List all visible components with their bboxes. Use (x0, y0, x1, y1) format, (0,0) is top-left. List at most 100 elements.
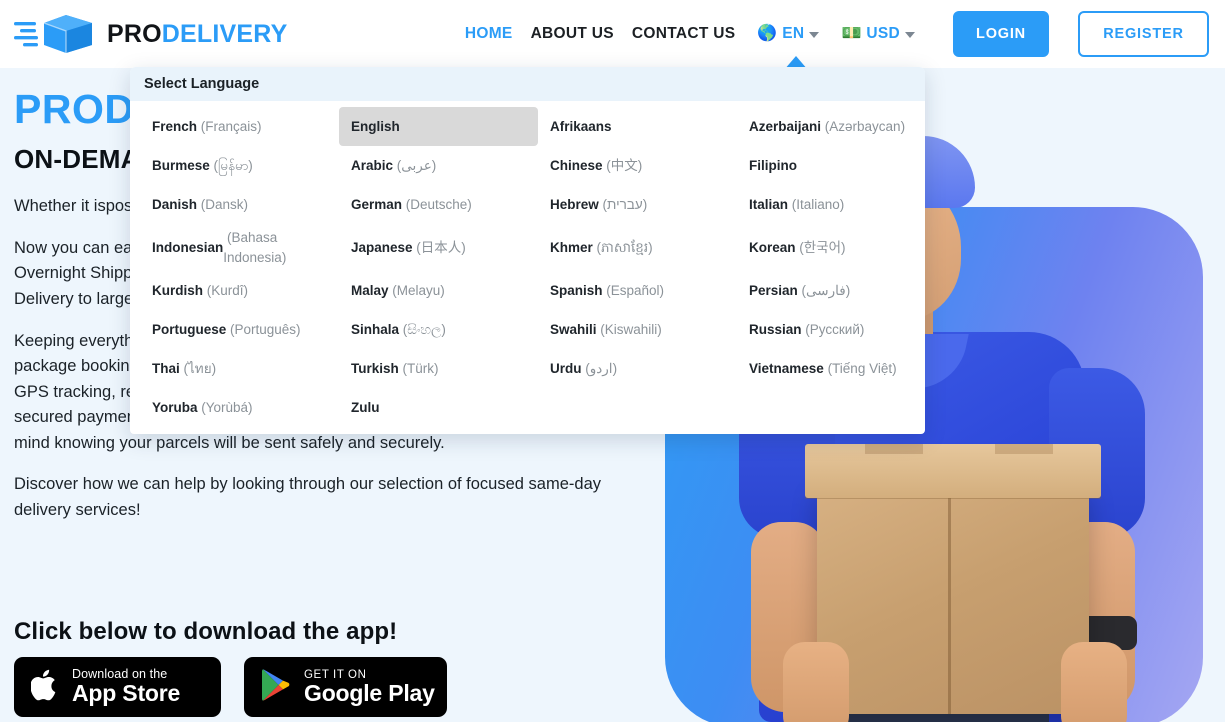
nav-item-home[interactable]: HOME (465, 25, 513, 43)
language-option-zulu[interactable]: Zulu (339, 388, 538, 427)
language-option-name: English (351, 118, 400, 134)
language-option-filipino[interactable]: Filipino (737, 146, 925, 185)
login-button[interactable]: LOGIN (953, 11, 1049, 57)
app-store-badge[interactable]: Download on the App Store (14, 657, 221, 717)
language-selector-label: EN (782, 25, 805, 42)
language-option-native: (Melayu) (388, 282, 445, 298)
language-option-native: (Italiano) (788, 196, 845, 212)
language-option-turkish[interactable]: Turkish (Türk) (339, 349, 538, 388)
language-option-name: Khmer (550, 239, 593, 255)
courier-hand-left (783, 642, 849, 722)
language-option-german[interactable]: German (Deutsche) (339, 185, 538, 224)
language-option-native: (Tiếng Việt) (823, 360, 897, 376)
language-option-name: Yoruba (152, 399, 198, 415)
language-option-native: (Bahasa Indonesia) (223, 230, 287, 265)
cardboard-box-lid (805, 444, 1101, 498)
language-option-spanish[interactable]: Spanish (Español) (538, 271, 737, 310)
language-option-portuguese[interactable]: Portuguese (Português) (140, 310, 339, 349)
language-selector[interactable]: 🌎 EN (757, 25, 820, 70)
language-option-yoruba[interactable]: Yoruba (Yorùbá) (140, 388, 339, 427)
language-option-danish[interactable]: Danish (Dansk) (140, 185, 339, 224)
language-option-english[interactable]: English (339, 107, 538, 146)
language-option-name: Japanese (351, 239, 413, 255)
language-option-name: Korean (749, 239, 796, 255)
language-option-russian[interactable]: Russian (Русский) (737, 310, 925, 349)
language-option-name: French (152, 118, 198, 134)
nav-item-contact-us[interactable]: CONTACT US (632, 25, 735, 43)
language-option-native: (සිංහල) (399, 321, 446, 337)
language-option-afrikaans[interactable]: Afrikaans (538, 107, 737, 146)
language-option-sinhala[interactable]: Sinhala (සිංහල) (339, 310, 538, 349)
language-option-burmese[interactable]: Burmese (မြန်မာ) (140, 146, 339, 185)
register-button[interactable]: REGISTER (1078, 11, 1209, 57)
language-option-native: (Dansk) (197, 196, 249, 212)
language-option-name: Indonesian (152, 239, 224, 255)
language-option-indonesian[interactable]: Indonesian (Bahasa Indonesia) (140, 224, 339, 271)
app-store-badge-text: Download on the App Store (72, 668, 181, 707)
language-option-hebrew[interactable]: Hebrew (עברית) (538, 185, 737, 224)
language-option-chinese[interactable]: Chinese (中文) (538, 146, 737, 185)
delivery-box-logo-icon (14, 15, 92, 53)
google-play-badge[interactable]: GET IT ON Google Play (244, 657, 447, 717)
language-option-native: (Türk) (398, 360, 439, 376)
language-option-native: (Español) (602, 282, 665, 298)
language-option-native: (عربی) (393, 157, 437, 173)
google-play-badge-large: Google Play (304, 679, 435, 706)
language-option-native: (Русский) (801, 321, 865, 337)
language-option-name: Persian (749, 282, 798, 298)
language-option-persian[interactable]: Persian (فارسی) (737, 271, 925, 310)
currency-selector[interactable]: 💵 USD (841, 25, 915, 43)
app-download-heading: Click below to download the app! (14, 618, 398, 645)
language-option-arabic[interactable]: Arabic (عربی) (339, 146, 538, 185)
language-option-name: Filipino (749, 157, 797, 173)
globe-icon: 🌎 (757, 25, 778, 42)
language-option-native: (中文) (602, 157, 643, 173)
language-option-swahili[interactable]: Swahili (Kiswahili) (538, 310, 737, 349)
language-option-name: Russian (749, 321, 802, 337)
language-option-name: Turkish (351, 360, 399, 376)
language-option-native: (日本人) (412, 239, 466, 255)
language-option-name: Afrikaans (550, 118, 612, 134)
language-option-kurdish[interactable]: Kurdish (Kurdî) (140, 271, 339, 310)
language-option-native: (Yorùbá) (197, 399, 253, 415)
language-option-azerbaijani[interactable]: Azerbaijani (Azərbaycan) (737, 107, 925, 146)
language-option-native: (한국어) (795, 239, 846, 255)
cardboard-box-tab (865, 444, 923, 454)
language-option-native: (עברית) (598, 196, 648, 212)
google-play-icon (260, 667, 292, 708)
language-option-thai[interactable]: Thai (ไทย) (140, 349, 339, 388)
language-option-native: (Azərbaycan) (821, 118, 906, 134)
language-option-khmer[interactable]: Khmer (ភាសាខ្មែរ) (538, 224, 737, 271)
cardboard-box-front (817, 484, 1089, 714)
language-option-name: Malay (351, 282, 389, 298)
language-option-name: Sinhala (351, 321, 400, 337)
brand-logo[interactable]: PRODELIVERY (14, 12, 287, 56)
language-option-name: Swahili (550, 321, 597, 337)
language-option-native: (ไทย) (179, 360, 217, 376)
language-option-name: Vietnamese (749, 360, 824, 376)
language-option-italian[interactable]: Italian (Italiano) (737, 185, 925, 224)
language-option-name: Thai (152, 360, 180, 376)
language-option-name: Chinese (550, 157, 603, 173)
language-option-urdu[interactable]: Urdu (اردو) (538, 349, 737, 388)
language-option-french[interactable]: French (Français) (140, 107, 339, 146)
language-option-malay[interactable]: Malay (Melayu) (339, 271, 538, 310)
cardboard-box-seam (948, 484, 951, 714)
language-dropdown-panel: Select Language French (Français) English… (130, 67, 925, 434)
app-store-badge-large: App Store (72, 680, 181, 707)
language-option-vietnamese[interactable]: Vietnamese (Tiếng Việt) (737, 349, 925, 388)
nav-item-about-us[interactable]: ABOUT US (531, 25, 614, 43)
language-option-korean[interactable]: Korean (한국어) (737, 224, 925, 271)
language-option-native: (فارسی) (797, 282, 851, 298)
brand-wordmark: PRODELIVERY (107, 20, 287, 49)
cardboard-box-tab (995, 444, 1053, 454)
currency-selector-label: USD (866, 25, 900, 42)
language-option-name: Kurdish (152, 282, 204, 298)
apple-icon (30, 667, 61, 708)
language-dropdown-title: Select Language (130, 67, 925, 101)
app-download-section: Click below to download the app! Downloa… (14, 618, 447, 717)
language-option-japanese[interactable]: Japanese (日本人) (339, 224, 538, 271)
brand-pro: PRO (107, 19, 162, 48)
language-option-native: (Deutsche) (402, 196, 472, 212)
language-option-name: Hebrew (550, 196, 599, 212)
